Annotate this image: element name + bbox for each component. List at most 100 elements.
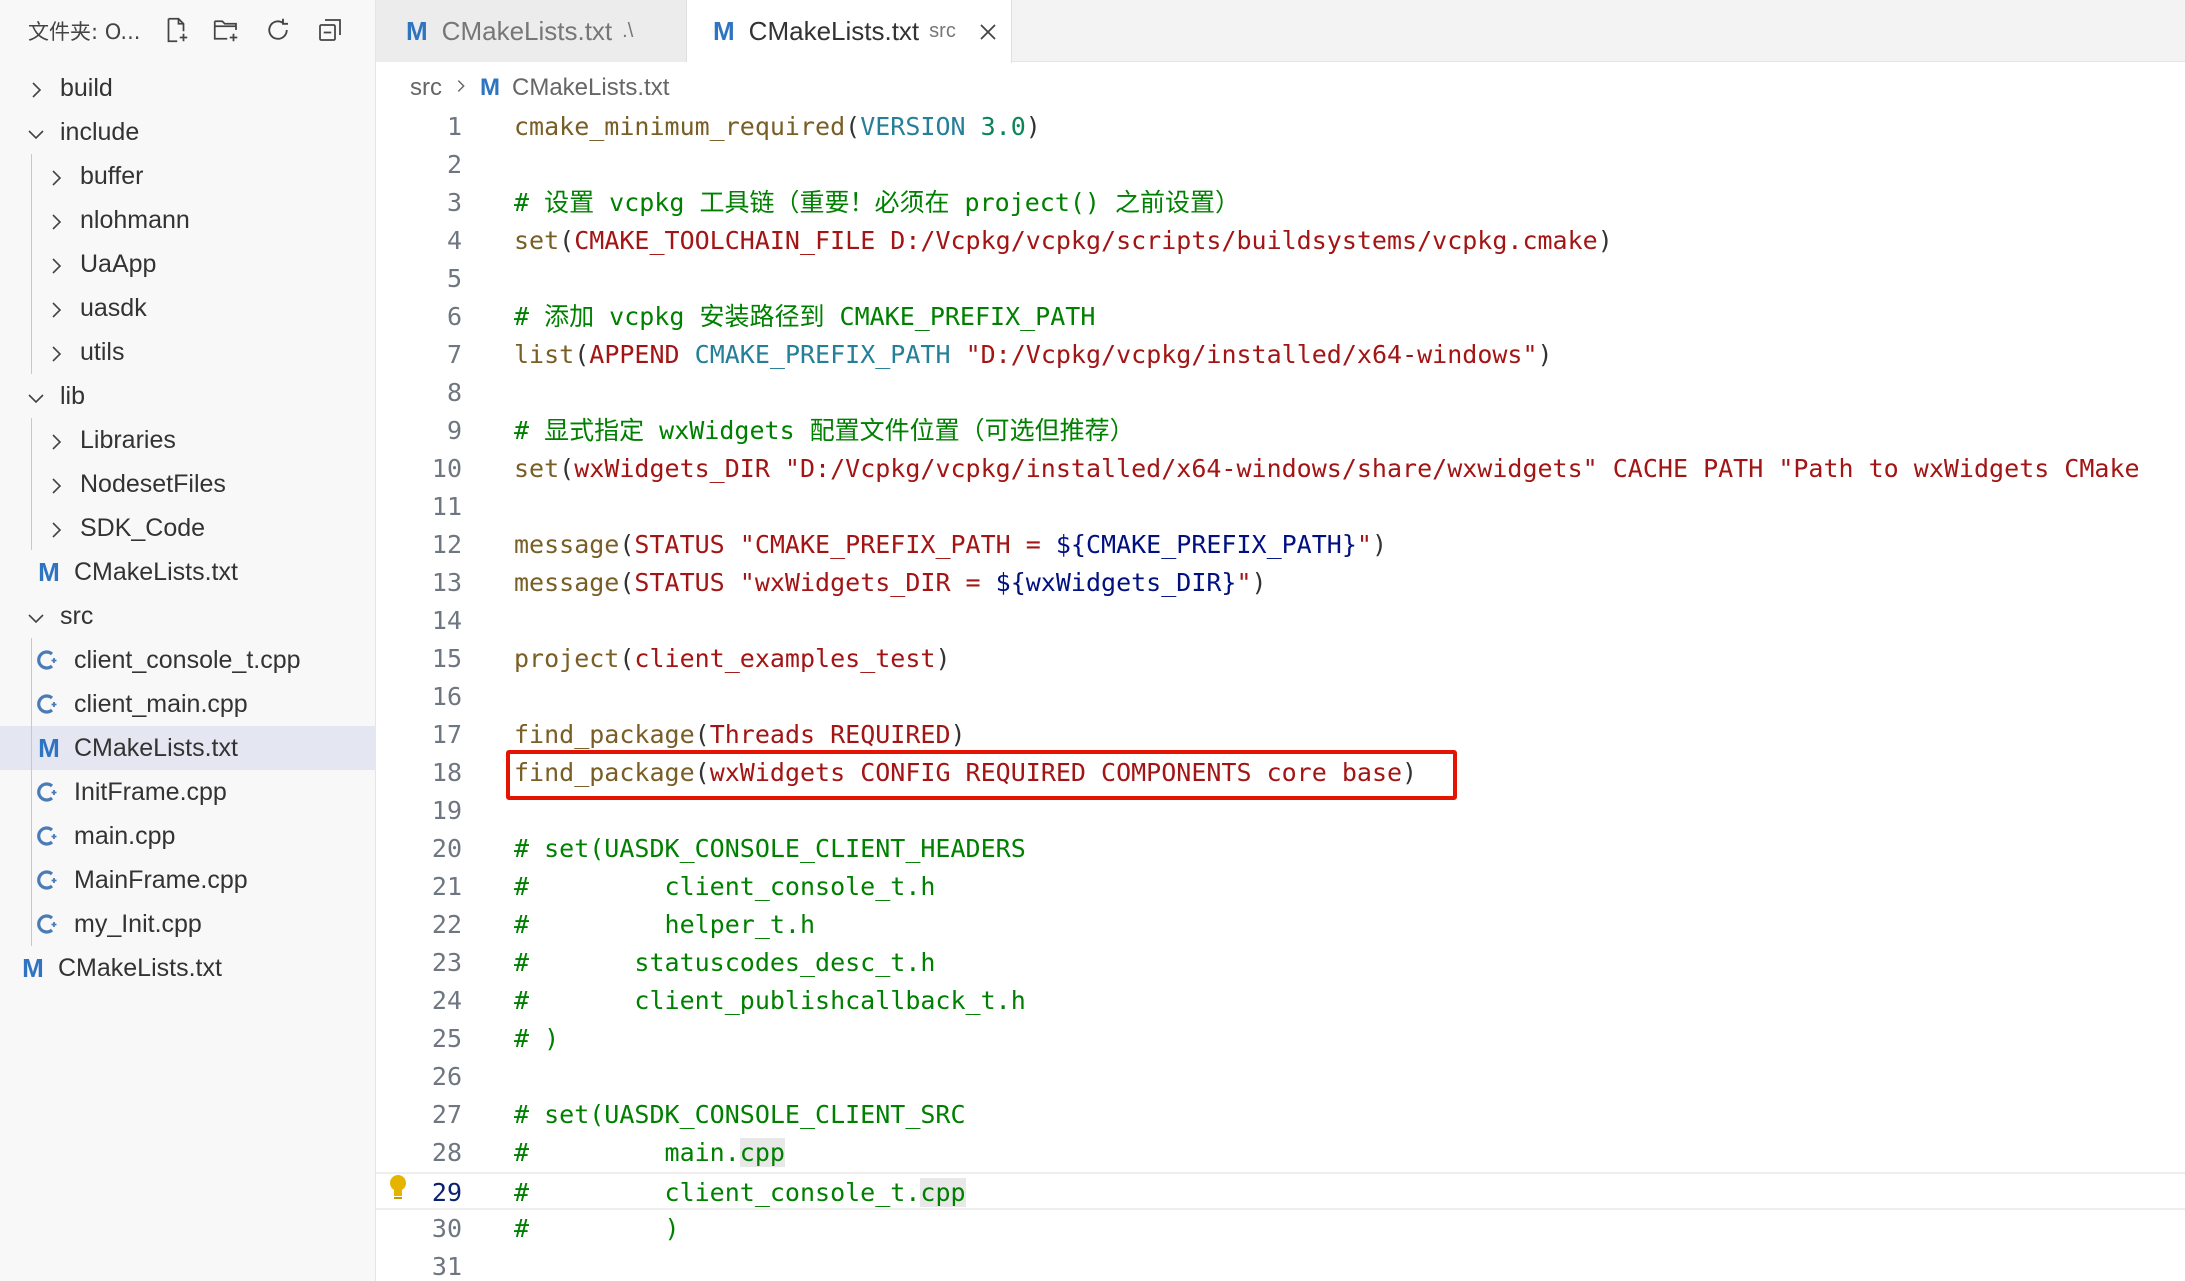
code-line[interactable]: 22 # helper_t.h [376, 906, 2185, 944]
folder-item-src[interactable]: src [0, 594, 376, 638]
code-line[interactable]: 8 [376, 374, 2185, 412]
code-line[interactable]: 16 [376, 678, 2185, 716]
code-line[interactable]: 26 [376, 1058, 2185, 1096]
file-item-mainframe-cpp[interactable]: MainFrame.cpp [0, 858, 376, 902]
code-line[interactable]: 9 # 显式指定 wxWidgets 配置文件位置（可选但推荐） [376, 412, 2185, 450]
code-line[interactable]: 11 [376, 488, 2185, 526]
refresh-icon[interactable] [260, 12, 296, 48]
tab-root-cmakelists[interactable]: M CMakeLists.txt .\ [376, 0, 687, 62]
chevron-right-icon[interactable] [46, 210, 66, 230]
chevron-down-icon[interactable] [26, 122, 46, 142]
file-item-client-main-cpp[interactable]: client_main.cpp [0, 682, 376, 726]
folder-item-nodesetfiles[interactable]: NodesetFiles [0, 462, 376, 506]
folder-item-buffer[interactable]: buffer [0, 154, 376, 198]
collapse-all-icon[interactable] [312, 12, 348, 48]
code-line[interactable]: 14 [376, 602, 2185, 640]
tab-src-cmakelists[interactable]: M CMakeLists.txt src [687, 0, 1012, 63]
folder-item-include[interactable]: include [0, 110, 376, 154]
cpp-file-icon [36, 647, 62, 673]
code-line[interactable]: 10 set(wxWidgets_DIR "D:/Vcpkg/vcpkg/inst… [376, 450, 2185, 488]
folder-item-uasdk[interactable]: uasdk [0, 286, 376, 330]
code-line[interactable]: 25 # ) [376, 1020, 2185, 1058]
line-number: 6 [446, 302, 462, 331]
cpp-file-icon [36, 691, 62, 717]
line-code: project(client_examples_test) [514, 644, 951, 674]
new-folder-icon[interactable] [208, 12, 244, 48]
code-line[interactable]: 12 message(STATUS "CMAKE_PREFIX_PATH = ${… [376, 526, 2185, 564]
chevron-right-icon[interactable] [46, 474, 66, 494]
folder-item-nlohmann[interactable]: nlohmann [0, 198, 376, 242]
folder-item-build[interactable]: build [0, 66, 376, 110]
line-code: message(STATUS "wxWidgets_DIR = ${wxWidg… [514, 568, 1267, 598]
chevron-right-icon[interactable] [26, 78, 46, 98]
line-number: 15 [431, 644, 462, 673]
line-code: # ) [514, 1024, 559, 1054]
tree-item-label: client_main.cpp [74, 689, 248, 718]
code-line[interactable]: 15 project(client_examples_test) [376, 640, 2185, 678]
code-line[interactable]: 6 # 添加 vcpkg 安装路径到 CMAKE_PREFIX_PATH [376, 298, 2185, 336]
code-line[interactable]: 13 message(STATUS "wxWidgets_DIR = ${wxWi… [376, 564, 2185, 602]
line-number: 26 [431, 1062, 462, 1091]
lightbulb-icon[interactable] [385, 1172, 411, 1204]
close-icon[interactable] [976, 20, 1000, 44]
code-line[interactable]: 17 find_package(Threads REQUIRED) [376, 716, 2185, 754]
code-editor[interactable]: 1 cmake_minimum_required(VERSION 3.0) 2 3 # … [376, 108, 2185, 1281]
cpp-file-icon [36, 823, 62, 849]
folder-item-lib[interactable]: lib [0, 374, 376, 418]
code-token: # client_publishcallback_t.h [514, 986, 1026, 1015]
file-item-initframe-cpp[interactable]: InitFrame.cpp [0, 770, 376, 814]
folder-item-uaapp[interactable]: UaApp [0, 242, 376, 286]
code-line[interactable]: 21 # client_console_t.h [376, 868, 2185, 906]
line-code: # client_console_t.h [514, 872, 935, 902]
line-number: 1 [446, 112, 462, 141]
file-item-cmakelists-txt[interactable]: M CMakeLists.txt [0, 726, 376, 770]
code-line[interactable]: 27 # set(UASDK_CONSOLE_CLIENT_SRC [376, 1096, 2185, 1134]
code-token: " [1236, 568, 1252, 597]
chevron-right-icon[interactable] [46, 430, 66, 450]
tree-item-label: buffer [80, 161, 144, 190]
file-item-my-init-cpp[interactable]: my_Init.cpp [0, 902, 376, 946]
explorer-folder-title[interactable]: 文件夹: O... [28, 16, 140, 46]
chevron-right-icon[interactable] [46, 298, 66, 318]
line-number: 25 [431, 1024, 462, 1053]
code-line[interactable]: 5 [376, 260, 2185, 298]
file-item-cmakelists-txt[interactable]: M CMakeLists.txt [0, 550, 376, 594]
tree-item-label: lib [60, 381, 86, 410]
chevron-down-icon[interactable] [26, 386, 46, 406]
chevron-right-icon[interactable] [46, 166, 66, 186]
folder-item-sdk-code[interactable]: SDK_Code [0, 506, 376, 550]
code-token: list [514, 340, 575, 369]
file-item-cmakelists-txt[interactable]: M CMakeLists.txt [0, 946, 376, 990]
line-code: # statuscodes_desc_t.h [514, 948, 935, 978]
code-line[interactable]: 24 # client_publishcallback_t.h [376, 982, 2185, 1020]
tree-item-label: MainFrame.cpp [74, 865, 248, 894]
chevron-down-icon[interactable] [26, 606, 46, 626]
code-token: set [514, 454, 560, 483]
code-line[interactable]: 1 cmake_minimum_required(VERSION 3.0) [376, 108, 2185, 146]
code-token: cpp [739, 1138, 785, 1167]
tree-item-label: build [60, 73, 113, 102]
code-line[interactable]: 4 set(CMAKE_TOOLCHAIN_FILE D:/Vcpkg/vcpkg… [376, 222, 2185, 260]
chevron-right-icon[interactable] [46, 254, 66, 274]
code-token: # statuscodes_desc_t.h [514, 948, 936, 977]
code-line[interactable]: 31 [376, 1248, 2185, 1281]
chevron-right-icon[interactable] [46, 342, 66, 362]
new-file-icon[interactable] [158, 12, 194, 48]
code-line[interactable]: 20 # set(UASDK_CONSOLE_CLIENT_HEADERS [376, 830, 2185, 868]
file-item-main-cpp[interactable]: main.cpp [0, 814, 376, 858]
code-line[interactable]: 30 # ) [376, 1210, 2185, 1248]
code-line[interactable]: 2 [376, 146, 2185, 184]
code-line[interactable]: 23 # statuscodes_desc_t.h [376, 944, 2185, 982]
code-token: ( [559, 454, 575, 483]
code-line[interactable]: 7 list(APPEND CMAKE_PREFIX_PATH "D:/Vcpkg… [376, 336, 2185, 374]
file-item-client-console-t-cpp[interactable]: client_console_t.cpp [0, 638, 376, 682]
breadcrumb-file[interactable]: CMakeLists.txt [512, 74, 669, 102]
breadcrumb-folder[interactable]: src [410, 74, 442, 102]
code-line[interactable]: 28 # main.cpp [376, 1134, 2185, 1172]
line-code: # client_publishcallback_t.h [514, 986, 1026, 1016]
code-line[interactable]: 3 # 设置 vcpkg 工具链（重要！必须在 project() 之前设置） [376, 184, 2185, 222]
folder-item-libraries[interactable]: Libraries [0, 418, 376, 462]
folder-item-utils[interactable]: utils [0, 330, 376, 374]
code-line[interactable]: 29 # client_console_t.cpp [376, 1172, 2185, 1210]
chevron-right-icon[interactable] [46, 518, 66, 538]
